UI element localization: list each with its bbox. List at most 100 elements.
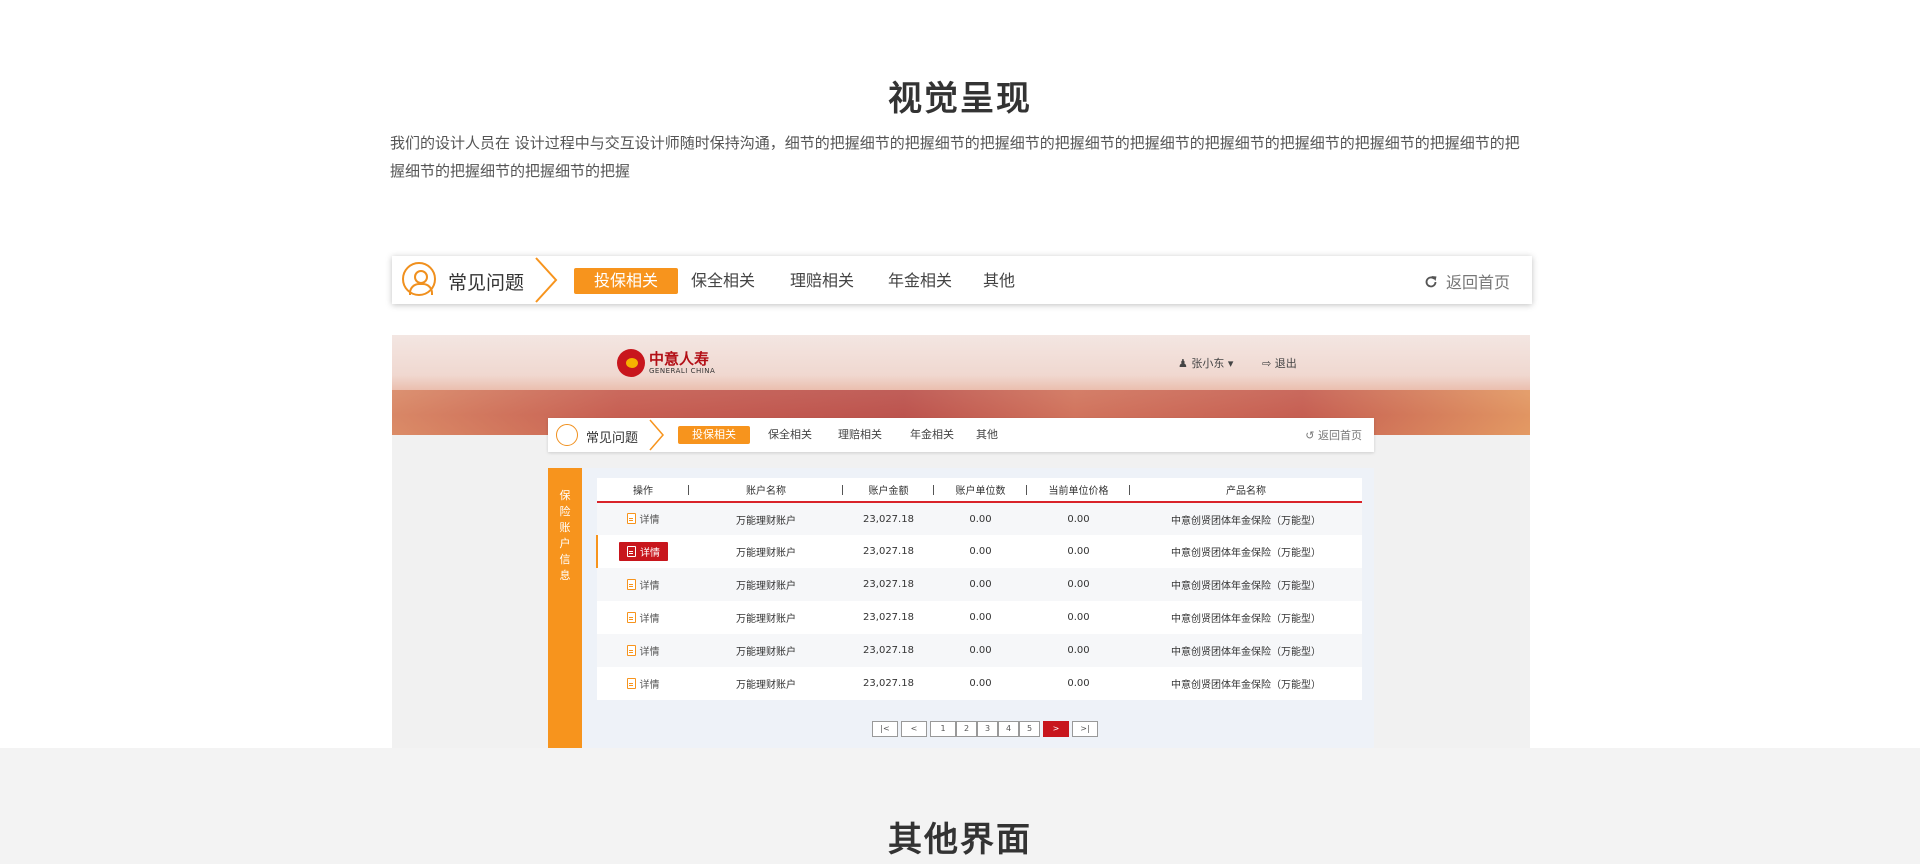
user-icon bbox=[556, 424, 578, 446]
document-icon bbox=[626, 578, 636, 590]
page-button[interactable]: 1 bbox=[930, 721, 956, 737]
table-cell: 万能理财账户 bbox=[689, 568, 843, 601]
refresh-icon: ↺ bbox=[1305, 429, 1315, 442]
table-cell: 0.00 bbox=[1027, 535, 1130, 568]
section-description: 我们的设计人员在 设计过程中与交互设计师随时保持沟通，细节的把握细节的把握细节的… bbox=[390, 134, 1520, 180]
side-tab[interactable]: 保险账户信息 bbox=[548, 468, 582, 748]
prev-page-button[interactable]: < bbox=[901, 721, 927, 737]
table-cell: 详情 bbox=[596, 535, 689, 568]
table-cell: 23,027.18 bbox=[843, 667, 934, 700]
table-row: 详情 万能理财账户 23,027.18 0.00 0.00 中意创贤团体年金保险（万能型） bbox=[596, 535, 1362, 568]
table-cell: 详情 bbox=[597, 568, 689, 601]
table-row: 详情 万能理财账户 23,027.18 0.00 0.00 中意创贤团体年金保险（万能型） bbox=[597, 502, 1362, 535]
table-row: 详情 万能理财账户 23,027.18 0.00 0.00 中意创贤团体年金保险（万能型） bbox=[597, 568, 1362, 601]
tab-preserve[interactable]: 保全相关 bbox=[691, 268, 755, 294]
table-cell: 中意创贤团体年金保险（万能型） bbox=[1130, 535, 1362, 568]
section-title: 视觉呈现 bbox=[888, 79, 1032, 119]
user-name: 张小东 bbox=[1191, 357, 1225, 370]
page-button[interactable]: 2 bbox=[956, 721, 977, 737]
inner-tab-annuity[interactable]: 年金相关 bbox=[910, 426, 954, 444]
table-cell: 23,027.18 bbox=[843, 535, 934, 568]
inner-tab-other[interactable]: 其他 bbox=[976, 426, 998, 444]
tab-annuity[interactable]: 年金相关 bbox=[888, 268, 952, 294]
inner-home-label: 返回首页 bbox=[1318, 429, 1362, 442]
table-row: 详情 万能理财账户 23,027.18 0.00 0.00 中意创贤团体年金保险（万能型） bbox=[597, 601, 1362, 634]
chevron-right-icon bbox=[649, 419, 664, 451]
table-cell: 万能理财账户 bbox=[689, 535, 843, 568]
brand-logo[interactable]: 中意人寿 GENERALI CHINA bbox=[617, 347, 715, 379]
page-button[interactable]: 5 bbox=[1019, 721, 1040, 737]
next-page-button[interactable]: > bbox=[1043, 721, 1069, 737]
inner-tab-insure[interactable]: 投保相关 bbox=[678, 426, 750, 444]
document-icon bbox=[626, 611, 636, 623]
tab-claims[interactable]: 理赔相关 bbox=[790, 268, 854, 294]
table-cell: 0.00 bbox=[934, 667, 1027, 700]
chevron-right-icon bbox=[535, 257, 558, 303]
document-icon bbox=[626, 677, 636, 689]
table-row: 详情 万能理财账户 23,027.18 0.00 0.00 中意创贤团体年金保险（万能型） bbox=[597, 634, 1362, 667]
table-cell: 23,027.18 bbox=[843, 634, 934, 667]
table-cell: 万能理财账户 bbox=[689, 601, 843, 634]
user-menu[interactable]: ♟ 张小东 ▾ bbox=[1178, 355, 1233, 371]
table-cell: 中意创贤团体年金保险（万能型） bbox=[1130, 667, 1362, 700]
table-cell: 中意创贤团体年金保险（万能型） bbox=[1130, 634, 1362, 667]
section2-title: 其他界面 bbox=[888, 820, 1032, 860]
detail-button[interactable]: 详情 bbox=[626, 610, 660, 625]
table-cell: 0.00 bbox=[934, 634, 1027, 667]
table-cell: 详情 bbox=[597, 601, 689, 634]
pagination: |< < 1 2 3 4 5 > >| bbox=[872, 721, 1098, 737]
document-icon bbox=[626, 513, 636, 524]
page-button[interactable]: 4 bbox=[998, 721, 1019, 737]
last-page-button[interactable]: >| bbox=[1072, 721, 1098, 737]
inner-faq-navbar: 常见问题 投保相关 保全相关 理赔相关 年金相关 其他 ↺ 返回首页 bbox=[548, 418, 1374, 452]
account-table: 操作 账户名称 账户金额 账户单位数 当前单位价格 产品名称 详情 万能理财账户 2… bbox=[596, 478, 1362, 700]
home-link[interactable]: 返回首页 bbox=[1424, 269, 1510, 293]
table-cell: 0.00 bbox=[934, 535, 1027, 568]
page-button[interactable]: 3 bbox=[977, 721, 998, 737]
user-icon bbox=[402, 262, 436, 296]
table-row: 详情 万能理财账户 23,027.18 0.00 0.00 中意创贤团体年金保险（万能型） bbox=[597, 667, 1362, 700]
inner-home-link[interactable]: ↺ 返回首页 bbox=[1305, 427, 1362, 443]
logout-button[interactable]: ⇨ 退出 bbox=[1262, 355, 1297, 371]
person-icon: ♟ bbox=[1178, 357, 1188, 370]
first-page-button[interactable]: |< bbox=[872, 721, 898, 737]
detail-button[interactable]: 详情 bbox=[626, 643, 660, 658]
faq-navbar: 常见问题 投保相关 保全相关 理赔相关 年金相关 其他 返回首页 bbox=[392, 256, 1532, 304]
detail-button[interactable]: 详情 bbox=[619, 542, 668, 561]
home-label: 返回首页 bbox=[1445, 273, 1510, 292]
col-header: 产品名称 bbox=[1130, 478, 1362, 503]
table-cell: 万能理财账户 bbox=[689, 634, 843, 667]
table-cell: 详情 bbox=[597, 634, 689, 667]
col-header: 账户单位数 bbox=[934, 478, 1027, 503]
table-cell: 0.00 bbox=[934, 502, 1027, 535]
table-cell: 0.00 bbox=[1027, 502, 1130, 535]
inner-nav-title: 常见问题 bbox=[586, 431, 639, 446]
col-header: 当前单位价格 bbox=[1027, 478, 1130, 503]
col-header: 账户金额 bbox=[843, 478, 934, 503]
table-cell: 中意创贤团体年金保险（万能型） bbox=[1130, 502, 1362, 535]
detail-button[interactable]: 详情 bbox=[626, 577, 660, 592]
detail-button[interactable]: 详情 bbox=[626, 511, 660, 526]
app-mockup: 中意人寿 GENERALI CHINA ♟ 张小东 ▾ ⇨ 退出 常见问题 投保… bbox=[392, 335, 1530, 748]
table-cell: 中意创贤团体年金保险（万能型） bbox=[1130, 568, 1362, 601]
table-cell: 23,027.18 bbox=[843, 568, 934, 601]
table-cell: 万能理财账户 bbox=[689, 502, 843, 535]
logo-icon bbox=[617, 349, 645, 377]
document-icon bbox=[626, 644, 636, 656]
tab-other[interactable]: 其他 bbox=[983, 268, 1015, 294]
inner-tab-preserve[interactable]: 保全相关 bbox=[768, 426, 812, 444]
table-cell: 0.00 bbox=[1027, 667, 1130, 700]
inner-tab-claims[interactable]: 理赔相关 bbox=[838, 426, 882, 444]
table-cell: 万能理财账户 bbox=[689, 667, 843, 700]
col-header: 账户名称 bbox=[689, 478, 843, 503]
table-cell: 0.00 bbox=[934, 568, 1027, 601]
detail-button[interactable]: 详情 bbox=[626, 676, 660, 691]
tab-insure[interactable]: 投保相关 bbox=[574, 268, 679, 294]
table-cell: 详情 bbox=[597, 502, 689, 535]
side-label: 保险账户信息 bbox=[559, 489, 571, 582]
table-cell: 0.00 bbox=[1027, 634, 1130, 667]
caret-down-icon: ▾ bbox=[1227, 357, 1234, 370]
table-cell: 中意创贤团体年金保险（万能型） bbox=[1130, 601, 1362, 634]
nav-title: 常见问题 bbox=[448, 272, 525, 294]
logo-cn-text: 中意人寿 bbox=[649, 350, 710, 368]
